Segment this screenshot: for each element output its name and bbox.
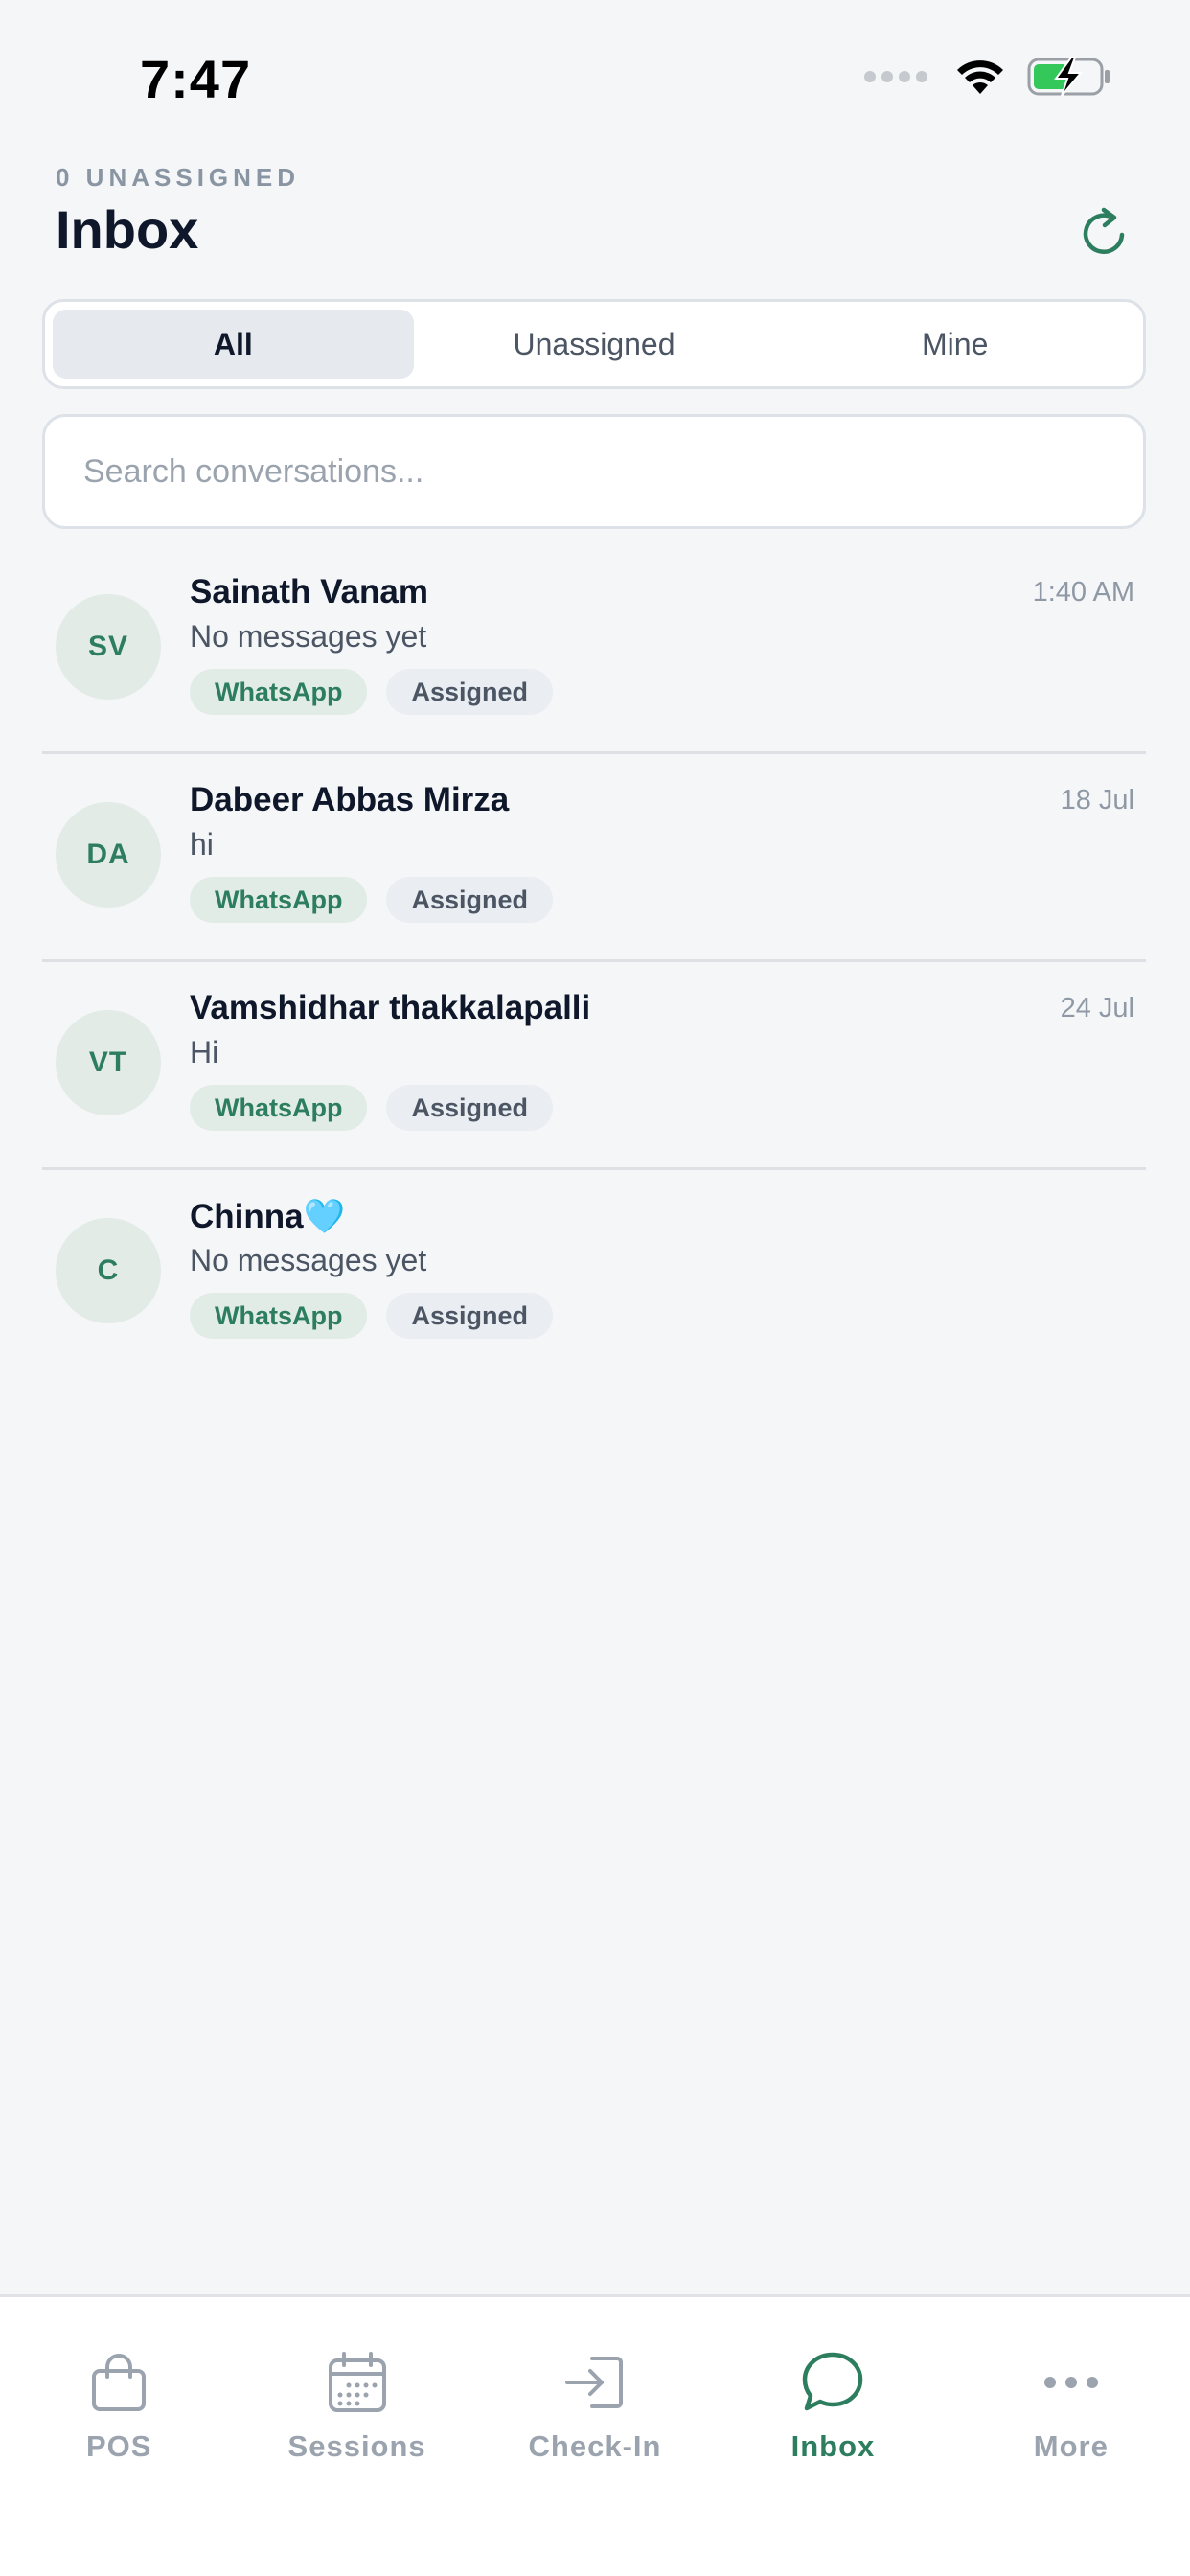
status-time: 7:47 [140,49,252,109]
battery-charging-icon [1027,57,1110,97]
badges: WhatsApp Assigned [190,669,554,715]
channel-badge: WhatsApp [190,1085,368,1131]
search-input[interactable] [83,452,1143,491]
channel-badge: WhatsApp [190,877,368,923]
nav-item-check-in[interactable]: Check-In [476,2297,714,2576]
refresh-icon [1083,207,1125,254]
nav-item-more[interactable]: More [952,2297,1190,2576]
message-preview: No messages yet [190,619,427,654]
contact-name: Dabeer Abbas Mirza [190,781,510,818]
status-badge: Assigned [386,669,554,715]
nav-label: Inbox [790,2429,876,2463]
nav-item-pos[interactable]: POS [0,2297,238,2576]
nav-item-inbox[interactable]: Inbox [714,2297,951,2576]
message-preview: No messages yet [190,1243,427,1277]
avatar: SV [56,594,161,700]
tab-all[interactable]: All [53,310,414,379]
nav-label: Sessions [287,2429,426,2463]
contact-name: Vamshidhar thakkalapalli [190,989,591,1026]
channel-badge: WhatsApp [190,669,368,715]
cellular-signal-icon [864,71,927,82]
status-badge: Assigned [386,1085,554,1131]
tab-unassigned[interactable]: Unassigned [414,310,775,379]
calendar-icon [324,2349,391,2416]
refresh-button[interactable] [1073,201,1136,264]
status-badge: Assigned [386,877,554,923]
contact-name: Chinna🩵 [190,1198,346,1235]
inbox-screen: 7:47 0 UNASSIGNED Inbox All Unassigned M… [0,0,1190,2576]
message-preview: Hi [190,1035,219,1070]
chat-bubble-icon [799,2349,866,2416]
status-bar: 7:47 [0,0,1190,153]
contact-name: Sainath Vanam [190,573,428,610]
conversation-list: SV Sainath Vanam 1:40 AM No messages yet… [42,546,1146,1378]
message-time: 24 Jul [1060,993,1134,1024]
badges: WhatsApp Assigned [190,1293,554,1339]
nav-label: POS [85,2429,152,2463]
message-time: 1:40 AM [1032,577,1134,608]
tab-mine[interactable]: Mine [774,310,1135,379]
badges: WhatsApp Assigned [190,1085,554,1131]
bottom-nav: POS Sessions Check-In Inbox More [0,2294,1190,2576]
shopping-bag-icon [85,2349,152,2416]
nav-item-sessions[interactable]: Sessions [238,2297,475,2576]
avatar: VT [56,1010,161,1116]
conversation-row[interactable]: VT Vamshidhar thakkalapalli 24 Jul Hi Wh… [42,962,1146,1170]
more-dots-icon [1038,2349,1105,2416]
filter-tabs: All Unassigned Mine [42,299,1146,389]
conversation-row[interactable]: DA Dabeer Abbas Mirza 18 Jul hi WhatsApp… [42,754,1146,962]
message-time: 18 Jul [1060,785,1134,816]
avatar: C [56,1218,161,1323]
nav-label: Check-In [528,2429,662,2463]
sign-in-icon [561,2349,629,2416]
channel-badge: WhatsApp [190,1293,368,1339]
search-box [42,414,1146,529]
conversation-row[interactable]: SV Sainath Vanam 1:40 AM No messages yet… [42,546,1146,754]
wifi-icon [957,60,1003,94]
message-preview: hi [190,827,214,862]
status-icons [864,56,1111,98]
avatar: DA [56,802,161,908]
conversation-row[interactable]: C Chinna🩵 No messages yet WhatsApp Assig… [42,1170,1146,1378]
nav-label: More [1033,2429,1109,2463]
page-title: Inbox [56,199,199,260]
unassigned-count: 0 UNASSIGNED [56,163,301,192]
badges: WhatsApp Assigned [190,877,554,923]
status-badge: Assigned [386,1293,554,1339]
